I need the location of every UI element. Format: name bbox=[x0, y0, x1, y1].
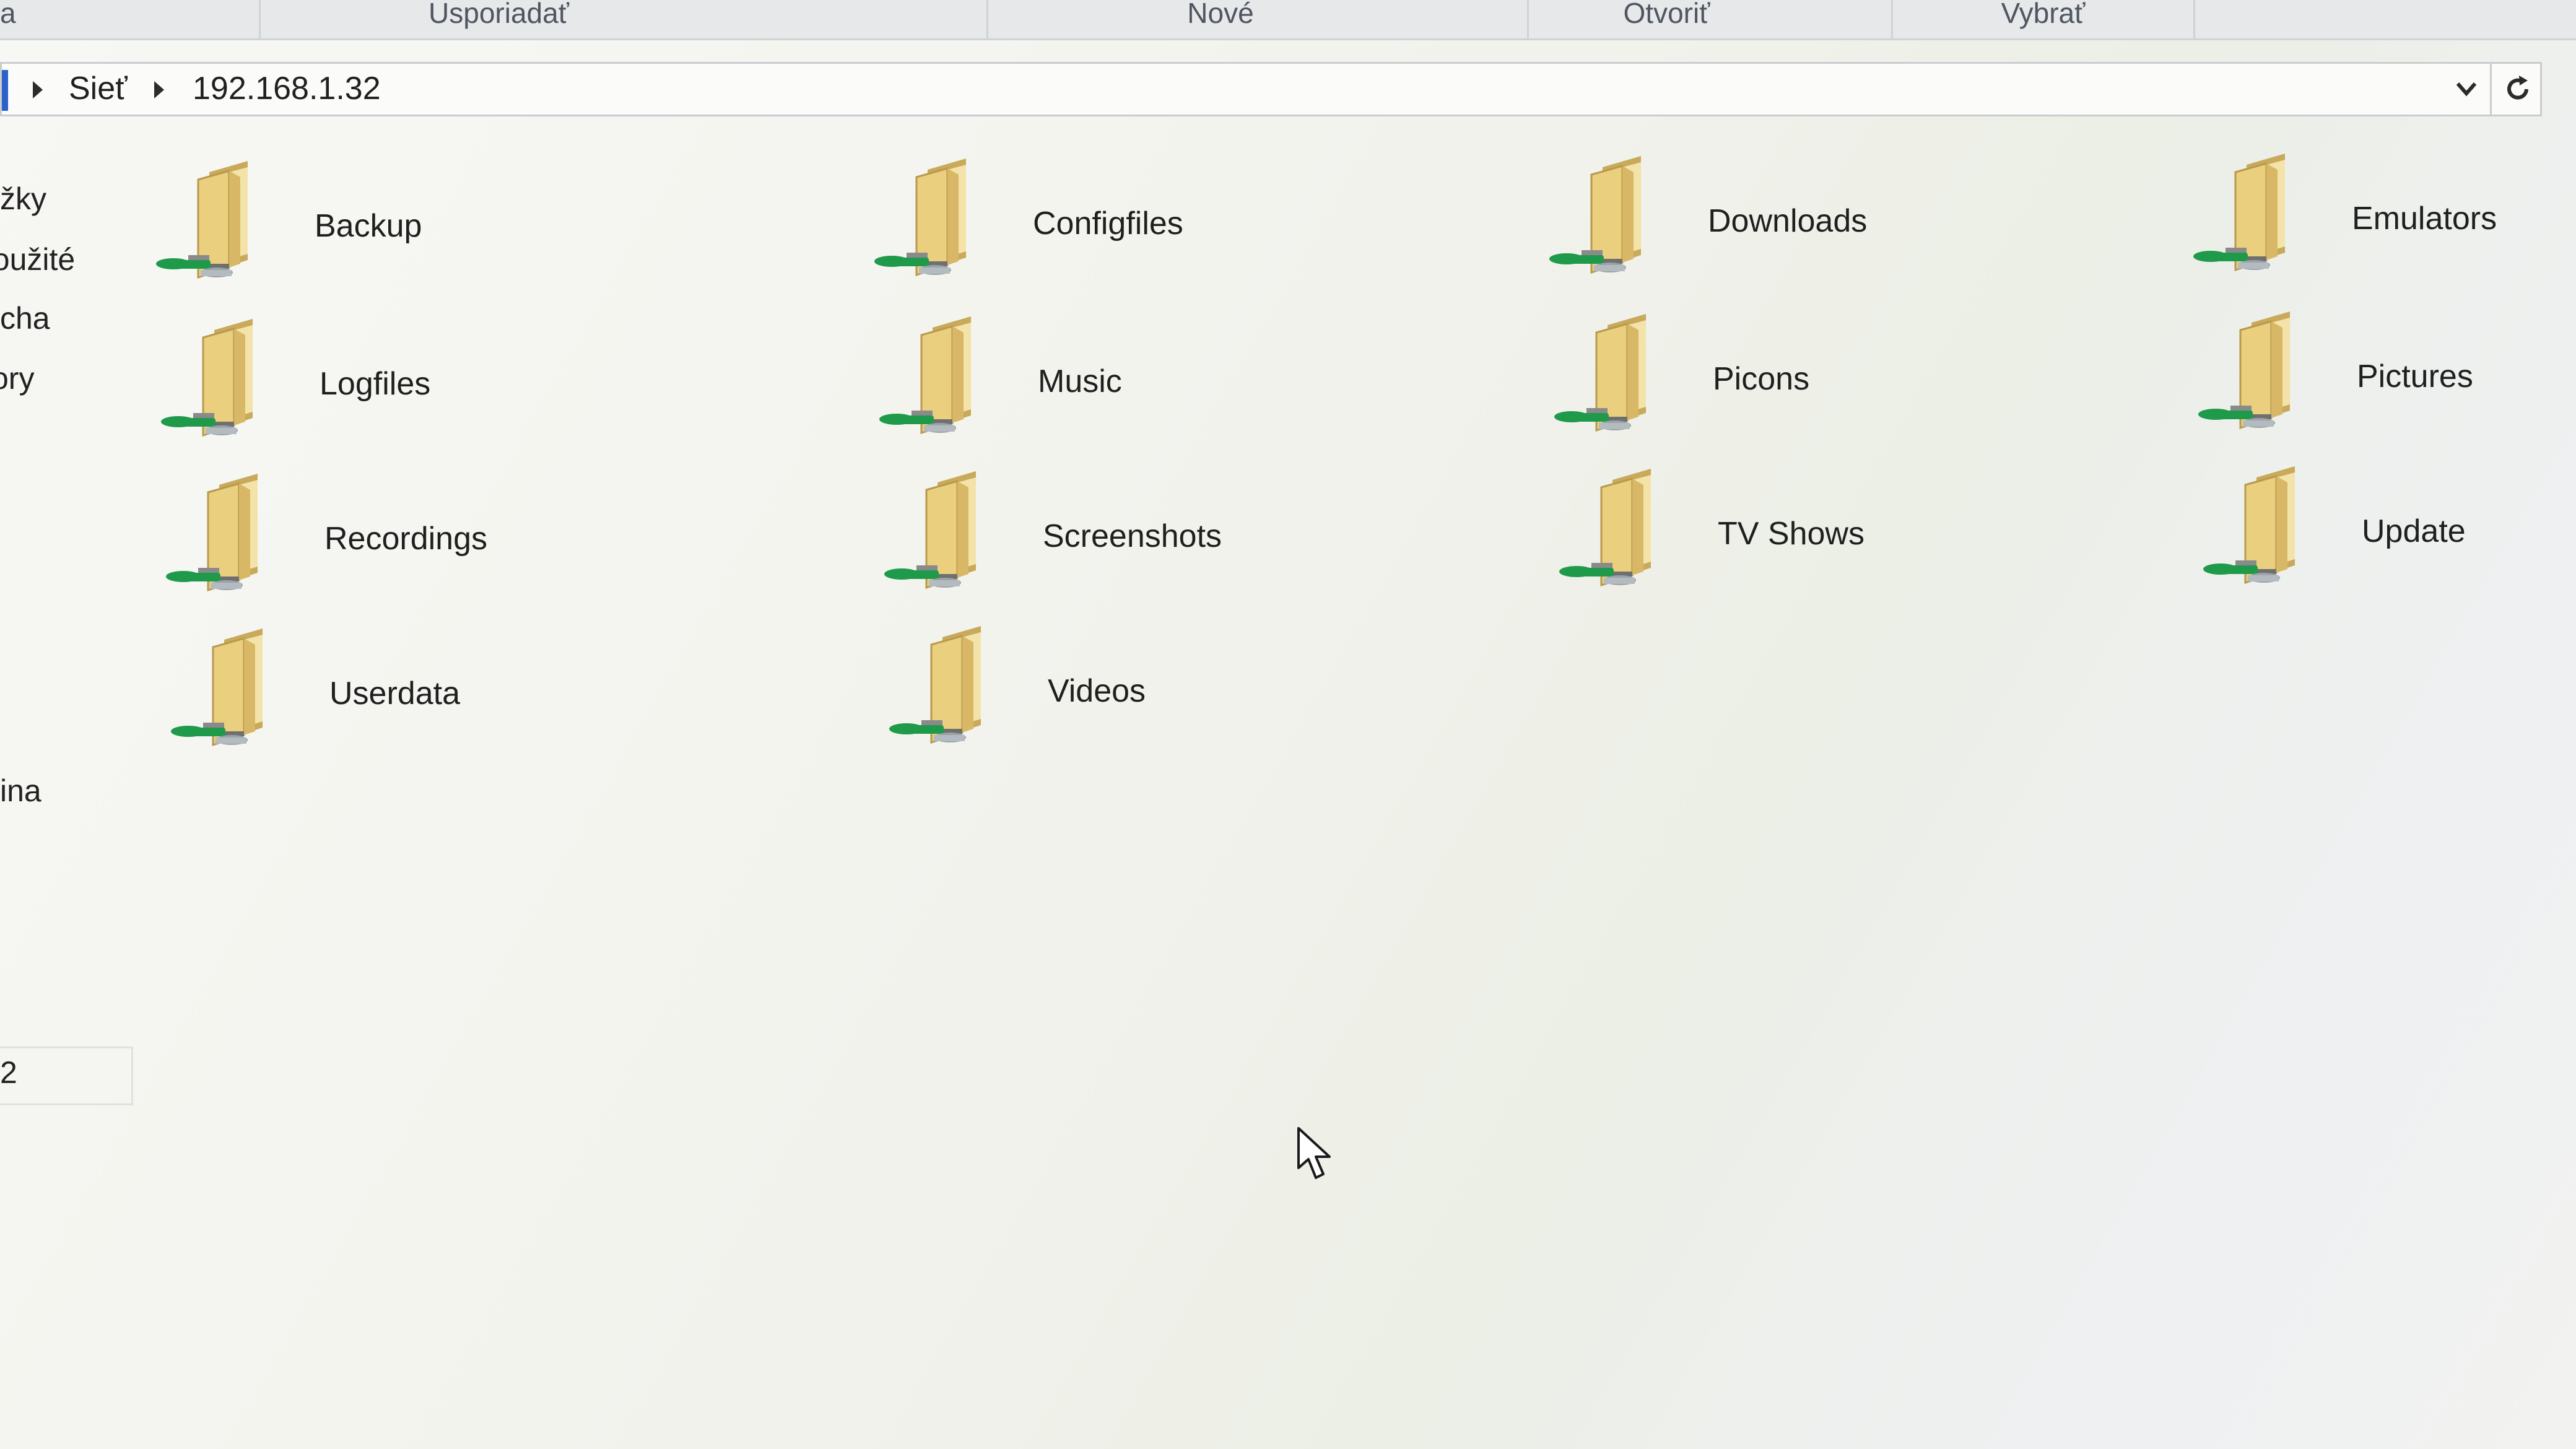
folder-item[interactable]: Backup bbox=[155, 155, 422, 297]
folder-item[interactable]: Logfiles bbox=[160, 313, 430, 455]
folder-label: Downloads bbox=[1708, 203, 1868, 239]
network-folder-icon bbox=[161, 319, 253, 437]
nav-item[interactable]: žky bbox=[0, 181, 46, 217]
network-folder-icon bbox=[156, 161, 248, 279]
network-folder-icon bbox=[1549, 156, 1641, 274]
ribbon-group-label: Otvoriť bbox=[1623, 0, 1710, 29]
ribbon-bar: a Usporiadať Nové Otvoriť Vybrať bbox=[0, 0, 2576, 40]
breadcrumb-network[interactable]: Sieť bbox=[69, 70, 128, 107]
network-folder-icon bbox=[171, 629, 263, 747]
folder-item[interactable]: Emulators bbox=[2192, 147, 2497, 290]
folder-label: Music bbox=[1038, 363, 1122, 399]
folder-label: TV Shows bbox=[1718, 516, 1865, 552]
folder-label: Screenshots bbox=[1043, 518, 1222, 554]
folder-label: Pictures bbox=[2357, 359, 2473, 394]
network-folder-icon bbox=[2198, 311, 2290, 430]
folder-label: Emulators bbox=[2352, 201, 2497, 237]
ribbon-group-organize[interactable]: Usporiadať bbox=[259, 0, 988, 38]
folder-item[interactable]: Userdata bbox=[170, 622, 460, 765]
ribbon-group-partial[interactable]: a bbox=[0, 0, 261, 38]
folder-label: Logfiles bbox=[320, 366, 431, 402]
ribbon-group-label: Usporiadať bbox=[429, 0, 569, 29]
folder-item[interactable]: TV Shows bbox=[1558, 463, 1865, 605]
folder-item[interactable]: Update bbox=[2202, 460, 2466, 603]
network-folder-icon bbox=[1559, 469, 1651, 587]
chevron-down-icon[interactable] bbox=[2453, 75, 2480, 102]
folder-label: Configfiles bbox=[1033, 206, 1183, 242]
location-icon bbox=[2, 70, 8, 111]
ribbon-group-label: a bbox=[0, 0, 16, 29]
nav-item[interactable]: použité bbox=[0, 242, 75, 277]
folder-item[interactable]: Pictures bbox=[2197, 305, 2473, 448]
refresh-button[interactable] bbox=[2490, 64, 2544, 115]
network-folder-icon bbox=[874, 159, 966, 277]
folder-label: Recordings bbox=[324, 521, 488, 557]
folder-item[interactable]: Music bbox=[878, 310, 1122, 453]
folder-label: Userdata bbox=[329, 676, 460, 711]
folder-label: Videos bbox=[1048, 673, 1146, 709]
network-folder-icon bbox=[884, 471, 976, 590]
ribbon-group-new[interactable]: Nové bbox=[988, 0, 1529, 38]
nav-selected-item[interactable]: 2 bbox=[0, 1046, 133, 1105]
address-bar[interactable]: Sieť 192.168.1.32 bbox=[0, 62, 2542, 116]
network-folder-icon bbox=[166, 474, 258, 592]
ribbon-group-label: Vybrať bbox=[2001, 0, 2086, 29]
folder-item[interactable]: Videos bbox=[888, 620, 1146, 762]
nav-item[interactable]: cha bbox=[0, 300, 50, 336]
nav-item[interactable]: ory bbox=[0, 360, 34, 396]
nav-item[interactable]: ina bbox=[0, 773, 41, 809]
mouse-cursor-icon bbox=[1297, 1127, 1331, 1179]
nav-item[interactable]: 2 bbox=[0, 1055, 17, 1090]
folder-item[interactable]: Downloads bbox=[1548, 150, 1867, 292]
folder-item[interactable]: Picons bbox=[1553, 308, 1809, 450]
folder-label: Picons bbox=[1713, 361, 1810, 397]
ribbon-group-open[interactable]: Otvoriť bbox=[1529, 0, 1893, 38]
file-explorer-window: a Usporiadať Nové Otvoriť Vybrať Sieť 19… bbox=[0, 0, 2576, 1449]
ribbon-group-select[interactable]: Vybrať bbox=[1893, 0, 2195, 38]
folder-item[interactable]: Screenshots bbox=[883, 465, 1222, 607]
refresh-icon bbox=[2507, 76, 2528, 100]
breadcrumb-host[interactable]: 192.168.1.32 bbox=[193, 70, 381, 107]
network-folder-icon bbox=[1554, 314, 1646, 432]
network-folder-icon bbox=[879, 316, 971, 435]
network-folder-icon bbox=[889, 626, 981, 744]
network-folder-icon bbox=[2203, 466, 2295, 585]
breadcrumb-chevron-icon[interactable] bbox=[33, 81, 43, 98]
network-folder-icon bbox=[2193, 154, 2285, 272]
folder-item[interactable]: Configfiles bbox=[873, 152, 1183, 295]
folder-label: Backup bbox=[315, 208, 422, 244]
folder-label: Update bbox=[2362, 513, 2466, 549]
breadcrumb-chevron-icon[interactable] bbox=[154, 81, 164, 98]
folder-item[interactable]: Recordings bbox=[165, 468, 487, 610]
ribbon-group-label: Nové bbox=[1187, 0, 1254, 29]
